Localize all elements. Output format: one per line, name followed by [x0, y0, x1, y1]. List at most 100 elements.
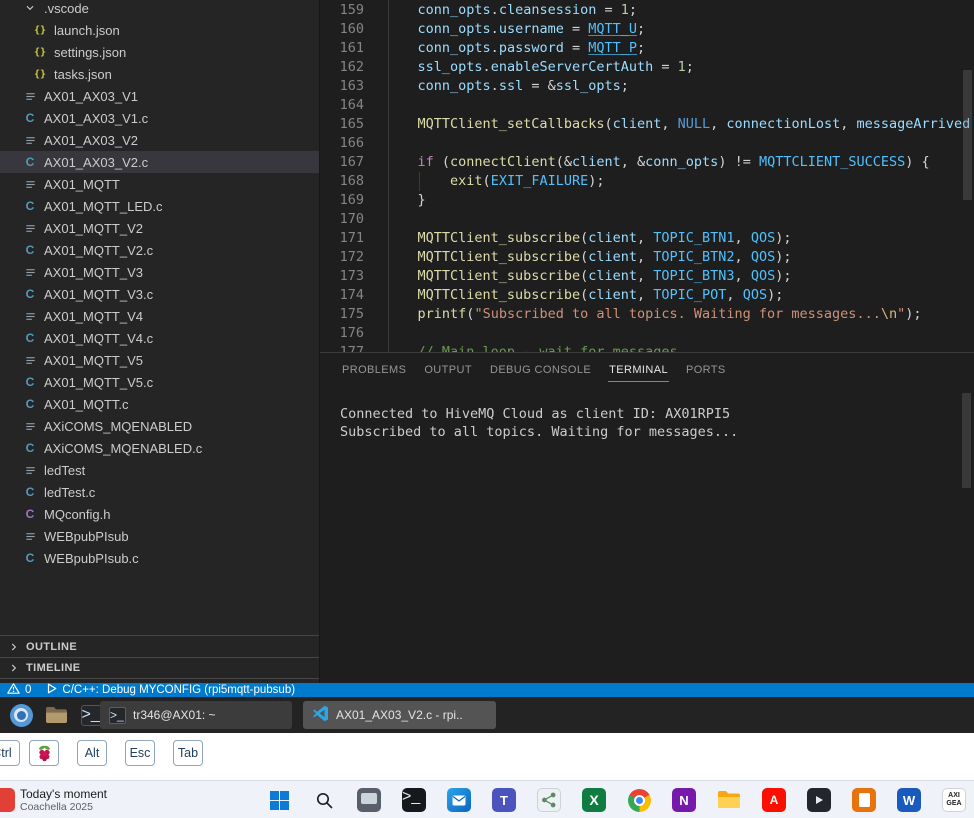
taskbar-windows-start-icon[interactable]	[266, 787, 292, 813]
tree-file-AX01_AX03_V1.c[interactable]: CAX01_AX03_V1.c	[0, 107, 319, 129]
line-number[interactable]: 168	[320, 172, 364, 191]
tree-file-AX01_MQTT_V3.c[interactable]: CAX01_MQTT_V3.c	[0, 283, 319, 305]
outline-section-header[interactable]: OUTLINE	[0, 635, 319, 657]
line-number[interactable]: 177	[320, 343, 364, 352]
code-line-170[interactable]: 170	[320, 210, 974, 229]
widgets-button[interactable]: Today's moment Coachella 2025	[0, 781, 107, 818]
taskbar-word-icon[interactable]: W	[896, 787, 922, 813]
line-number[interactable]: 175	[320, 305, 364, 324]
code-line-163[interactable]: 163 conn_opts.ssl = &ssl_opts;	[320, 77, 974, 96]
taskbar-excel-icon[interactable]: X	[581, 787, 607, 813]
line-number[interactable]: 174	[320, 286, 364, 305]
tree-file-WEBpubPIsub.c[interactable]: CWEBpubPIsub.c	[0, 547, 319, 569]
code-line-171[interactable]: 171 MQTTClient_subscribe(client, TOPIC_B…	[320, 229, 974, 248]
line-number[interactable]: 163	[320, 77, 364, 96]
code-line-160[interactable]: 160 conn_opts.username = MQTT_U;	[320, 20, 974, 39]
code-line-165[interactable]: 165 MQTTClient_setCallbacks(client, NULL…	[320, 115, 974, 134]
code-line-166[interactable]: 166	[320, 134, 974, 153]
line-number[interactable]: 159	[320, 1, 364, 20]
panel-tab-output[interactable]: OUTPUT	[423, 353, 473, 382]
code-line-175[interactable]: 175 printf("Subscribed to all topics. Wa…	[320, 305, 974, 324]
panel-tab-ports[interactable]: PORTS	[685, 353, 727, 382]
taskbar-onenote-icon[interactable]: N	[671, 787, 697, 813]
line-number[interactable]: 169	[320, 191, 364, 210]
tree-file-AX01_AX03_V1[interactable]: AX01_AX03_V1	[0, 85, 319, 107]
taskbar-teams-icon[interactable]: T	[491, 787, 517, 813]
tree-file-ledTest.c[interactable]: CledTest.c	[0, 481, 319, 503]
problems-status[interactable]: 0	[7, 683, 31, 697]
tree-file-ledTest[interactable]: ledTest	[0, 459, 319, 481]
taskbar-search-icon[interactable]	[311, 787, 337, 813]
line-number[interactable]: 162	[320, 58, 364, 77]
taskbar-file-explorer-icon[interactable]	[716, 787, 742, 813]
tree-file-AX01_AX03_V2[interactable]: AX01_AX03_V2	[0, 129, 319, 151]
chromium-launcher-icon[interactable]	[8, 702, 34, 728]
line-number[interactable]: 160	[320, 20, 364, 39]
code-line-162[interactable]: 162 ssl_opts.enableServerCertAuth = 1;	[320, 58, 974, 77]
code-line-177[interactable]: 177 // Main loop - wait for messages	[320, 343, 974, 352]
tree-file-MQconfig.h[interactable]: CMQconfig.h	[0, 503, 319, 525]
line-number[interactable]: 171	[320, 229, 364, 248]
code-line-174[interactable]: 174 MQTTClient_subscribe(client, TOPIC_P…	[320, 286, 974, 305]
tree-file-AXiCOMS_MQENABLED[interactable]: AXiCOMS_MQENABLED	[0, 415, 319, 437]
line-number[interactable]: 166	[320, 134, 364, 153]
tree-file-AX01_MQTT_V2[interactable]: AX01_MQTT_V2	[0, 217, 319, 239]
tree-file-AXiCOMS_MQENABLED.c[interactable]: CAXiCOMS_MQENABLED.c	[0, 437, 319, 459]
debug-config-status[interactable]: C/C++: Debug MYCONFIG (rpi5mqtt-pubsub)	[47, 683, 295, 697]
code-line-164[interactable]: 164	[320, 96, 974, 115]
line-number[interactable]: 161	[320, 39, 364, 58]
code-line-161[interactable]: 161 conn_opts.password = MQTT_P;	[320, 39, 974, 58]
code-line-168[interactable]: 168 exit(EXIT_FAILURE);	[320, 172, 974, 191]
tree-file-launch.json[interactable]: {}launch.json	[0, 19, 319, 41]
line-number[interactable]: 164	[320, 96, 364, 115]
taskbar-acrobat-icon[interactable]: A	[761, 787, 787, 813]
timeline-section-header[interactable]: TIMELINE	[0, 657, 319, 679]
editor-scrollbar[interactable]	[963, 70, 972, 200]
panel-tab-terminal[interactable]: TERMINAL	[608, 353, 669, 382]
code-line-169[interactable]: 169 }	[320, 191, 974, 210]
tree-file-AX01_MQTT.c[interactable]: CAX01_MQTT.c	[0, 393, 319, 415]
code-line-159[interactable]: 159 conn_opts.cleansession = 1;	[320, 1, 974, 20]
raspberry-key-button[interactable]	[29, 740, 59, 766]
taskbar-window-terminal[interactable]: >_tr346@AX01: ~	[100, 701, 292, 729]
tree-file-AX01_MQTT_V4[interactable]: AX01_MQTT_V4	[0, 305, 319, 327]
taskbar-outlook-icon[interactable]	[446, 787, 472, 813]
tree-file-AX01_MQTT_LED.c[interactable]: CAX01_MQTT_LED.c	[0, 195, 319, 217]
tree-file-AX01_MQTT_V4.c[interactable]: CAX01_MQTT_V4.c	[0, 327, 319, 349]
tree-folder-.vscode[interactable]: .vscode	[0, 0, 319, 19]
key-button-ctrl[interactable]: Ctrl	[0, 740, 20, 766]
panel-tab-problems[interactable]: PROBLEMS	[341, 353, 407, 382]
file-manager-launcher-icon[interactable]	[43, 702, 69, 728]
line-number[interactable]: 167	[320, 153, 364, 172]
taskbar-chrome-icon[interactable]	[626, 787, 652, 813]
tree-file-AX01_AX03_V2.c[interactable]: CAX01_AX03_V2.c	[0, 151, 319, 173]
line-number[interactable]: 176	[320, 324, 364, 343]
tree-file-AX01_MQTT[interactable]: AX01_MQTT	[0, 173, 319, 195]
code-line-172[interactable]: 172 MQTTClient_subscribe(client, TOPIC_B…	[320, 248, 974, 267]
taskbar-system-app-icon[interactable]	[356, 787, 382, 813]
key-button-esc[interactable]: Esc	[125, 740, 155, 766]
terminal-scrollbar[interactable]	[962, 393, 971, 488]
tree-file-tasks.json[interactable]: {}tasks.json	[0, 63, 319, 85]
code-line-167[interactable]: 167 if (connectClient(&client, &conn_opt…	[320, 153, 974, 172]
tree-file-AX01_MQTT_V5[interactable]: AX01_MQTT_V5	[0, 349, 319, 371]
tree-file-AX01_MQTT_V2.c[interactable]: CAX01_MQTT_V2.c	[0, 239, 319, 261]
tree-file-AX01_MQTT_V3[interactable]: AX01_MQTT_V3	[0, 261, 319, 283]
code-line-173[interactable]: 173 MQTTClient_subscribe(client, TOPIC_B…	[320, 267, 974, 286]
tree-file-AX01_MQTT_V5.c[interactable]: CAX01_MQTT_V5.c	[0, 371, 319, 393]
line-number[interactable]: 165	[320, 115, 364, 134]
code-editor[interactable]: 159 conn_opts.cleansession = 1;160 conn_…	[320, 0, 974, 352]
taskbar-axi-gea-icon[interactable]: AXIGEA	[941, 787, 967, 813]
taskbar-window-vscode[interactable]: AX01_AX03_V2.c - rpi..	[303, 701, 496, 729]
tree-file-settings.json[interactable]: {}settings.json	[0, 41, 319, 63]
panel-tab-debug-console[interactable]: DEBUG CONSOLE	[489, 353, 592, 382]
tree-file-WEBpubPIsub[interactable]: WEBpubPIsub	[0, 525, 319, 547]
code-line-176[interactable]: 176	[320, 324, 974, 343]
taskbar-media-app-icon[interactable]	[806, 787, 832, 813]
taskbar-terminal-app-icon[interactable]: >_	[401, 787, 427, 813]
taskbar-share-app-icon[interactable]	[536, 787, 562, 813]
key-button-alt[interactable]: Alt	[77, 740, 107, 766]
key-button-tab[interactable]: Tab	[173, 740, 203, 766]
line-number[interactable]: 172	[320, 248, 364, 267]
line-number[interactable]: 173	[320, 267, 364, 286]
